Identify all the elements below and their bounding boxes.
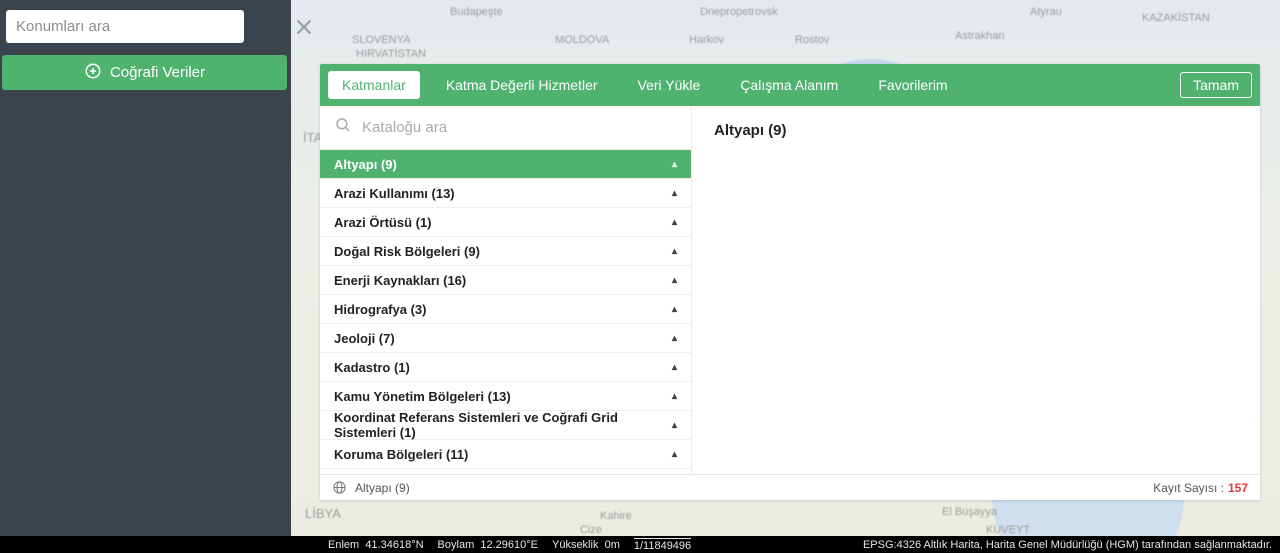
search-locations-input[interactable]: [6, 10, 244, 43]
record-count-value: 157: [1228, 481, 1248, 495]
done-button[interactable]: Tamam: [1180, 72, 1252, 98]
globe-icon: [332, 480, 347, 495]
chevron-up-icon: ▴: [672, 362, 677, 373]
tab-workspace[interactable]: Çalışma Alanım: [726, 71, 852, 99]
category-item-label: Altyapı (9): [334, 157, 397, 172]
left-sidebar: Coğrafi Veriler: [0, 0, 291, 536]
tab-favorites[interactable]: Favorilerim: [864, 71, 961, 99]
catalog-panel: Katmanlar Katma Değerli Hizmetler Veri Y…: [320, 64, 1260, 500]
category-item[interactable]: Jeoloji (7) ▴: [320, 324, 691, 353]
breadcrumb: Altyapı (9): [355, 481, 410, 495]
lon-value: 12.29610°E: [480, 539, 538, 551]
scale-value: 1/11849496: [634, 538, 691, 552]
record-count-label: Kayıt Sayısı :: [1153, 481, 1224, 495]
category-item-label: Kamu Yönetim Bölgeleri (13): [334, 389, 511, 404]
category-item-label: Hidrografya (3): [334, 302, 426, 317]
category-column: Altyapı (9)▴Arazi Kullanımı (13)▴Arazi Ö…: [320, 106, 692, 474]
category-item-label: Doğal Risk Bölgeleri (9): [334, 244, 480, 259]
chevron-up-icon: ▴: [672, 304, 677, 315]
alt-label: Yükseklik: [552, 539, 598, 551]
category-list[interactable]: Altyapı (9)▴Arazi Kullanımı (13)▴Arazi Ö…: [320, 150, 691, 474]
chevron-up-icon: ▴: [672, 333, 677, 344]
lat-value: 41.34618°N: [365, 539, 423, 551]
category-detail: Altyapı (9): [692, 106, 1260, 474]
panel-footer: Altyapı (9) Kayıt Sayısı : 157: [320, 474, 1260, 500]
catalog-search-input[interactable]: [362, 119, 677, 136]
attribution-text: EPSG:4326 Altlık Harita, Harita Genel Mü…: [863, 539, 1272, 551]
chevron-up-icon: ▴: [672, 449, 677, 460]
category-item-label: Arazi Kullanımı (13): [334, 186, 455, 201]
geographic-data-button[interactable]: Coğrafi Veriler: [2, 55, 287, 90]
chevron-up-icon: ▴: [672, 188, 677, 199]
alt-value: 0m: [605, 539, 620, 551]
tab-layers[interactable]: Katmanlar: [328, 71, 420, 99]
catalog-search: [320, 106, 691, 150]
panel-tabs: Katmanlar Katma Değerli Hizmetler Veri Y…: [320, 64, 1260, 106]
category-item[interactable]: Hidrografya (3) ▴: [320, 295, 691, 324]
tab-upload-data[interactable]: Veri Yükle: [624, 71, 715, 99]
chevron-up-icon: ▴: [672, 420, 677, 431]
category-item-label: Enerji Kaynakları (16): [334, 273, 466, 288]
category-item[interactable]: Doğal Risk Bölgeleri (9) ▴: [320, 237, 691, 266]
category-item-label: Koordinat Referans Sistemleri ve Coğrafi…: [334, 410, 672, 440]
close-icon: [293, 16, 315, 43]
category-item-label: Kadastro (1): [334, 360, 410, 375]
category-item[interactable]: Koordinat Referans Sistemleri ve Coğrafi…: [320, 411, 691, 440]
chevron-up-icon: ▴: [672, 246, 677, 257]
chevron-up-icon: ▴: [672, 275, 677, 286]
category-item[interactable]: Enerji Kaynakları (16) ▴: [320, 266, 691, 295]
category-item-label: Jeoloji (7): [334, 331, 395, 346]
status-bar: Enlem 41.34618°N Boylam 12.29610°E Yükse…: [0, 536, 1280, 553]
search-icon: [334, 116, 352, 139]
geographic-data-label: Coğrafi Veriler: [110, 64, 205, 81]
category-item[interactable]: Arazi Örtüsü (1) ▴: [320, 208, 691, 237]
category-item[interactable]: Kadastro (1) ▴: [320, 353, 691, 382]
category-item[interactable]: Altyapı (9) ▴: [320, 150, 691, 179]
close-panel-button[interactable]: [291, 16, 317, 42]
plus-circle-icon: [84, 62, 102, 84]
category-item-label: Arazi Örtüsü (1): [334, 215, 432, 230]
category-item[interactable]: Arazi Kullanımı (13) ▴: [320, 179, 691, 208]
category-item-label: Koruma Bölgeleri (11): [334, 447, 468, 462]
category-item[interactable]: Koruma Bölgeleri (11) ▴: [320, 440, 691, 469]
lon-label: Boylam: [438, 539, 475, 551]
chevron-up-icon: ▴: [672, 159, 677, 170]
chevron-up-icon: ▴: [672, 217, 677, 228]
category-item[interactable]: Kamu Yönetim Bölgeleri (13) ▴: [320, 382, 691, 411]
tab-value-added-services[interactable]: Katma Değerli Hizmetler: [432, 71, 612, 99]
lat-label: Enlem: [328, 539, 359, 551]
detail-title: Altyapı (9): [714, 122, 1238, 139]
chevron-up-icon: ▴: [672, 391, 677, 402]
